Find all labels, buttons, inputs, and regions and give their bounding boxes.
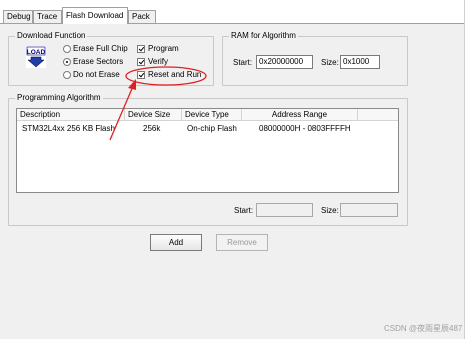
column-device-size[interactable]: Device Size [125,109,182,121]
algo-size-label: Size: [321,206,339,215]
tab-trace[interactable]: Trace [33,10,62,23]
erase-sectors-label: Erase Sectors [73,57,124,66]
row-address-range[interactable]: 08000000H - 0803FFFFH [259,124,351,133]
ram-for-algorithm-legend: RAM for Algorithm [229,31,298,40]
tab-debug[interactable]: Debug [3,10,33,23]
verify-label: Verify [148,57,169,66]
tab-flash-download[interactable]: Flash Download [62,7,128,24]
ram-size-input[interactable]: 0x1000 [340,55,380,69]
algo-size-input[interactable] [340,203,398,217]
algo-start-input[interactable] [256,203,313,217]
program-checkbox[interactable] [137,45,145,53]
algo-start-label: Start: [234,206,254,215]
do-not-erase-label: Do not Erase [73,70,120,79]
algorithm-list[interactable]: Description Device Size Device Type Addr… [16,108,399,193]
remove-button[interactable]: Remove [216,234,268,251]
add-button[interactable]: Add [150,234,202,251]
ram-size-label: Size: [321,58,339,67]
column-filler [358,109,398,121]
erase-sectors-radio[interactable] [63,58,71,66]
programming-algorithm-legend: Programming Algorithm [15,93,103,102]
watermark: CSDN @夜雨星辰487 [384,324,463,333]
row-description[interactable]: STM32L4xx 256 KB Flash [22,124,115,133]
column-address-range[interactable]: Address Range [242,109,358,121]
tab-pack[interactable]: Pack [128,10,156,23]
erase-full-chip-label: Erase Full Chip [73,44,128,53]
ram-start-input[interactable]: 0x20000000 [256,55,313,69]
erase-full-chip-radio[interactable] [63,45,71,53]
load-icon: LOAD [26,46,46,68]
window-edge [464,0,474,339]
verify-checkbox[interactable] [137,58,145,66]
row-device-size[interactable]: 256k [143,124,160,133]
reset-and-run-checkbox[interactable] [137,71,145,79]
program-label: Program [148,44,179,53]
tab-strip: Debug Trace Flash Download Pack [0,0,474,24]
column-device-type[interactable]: Device Type [182,109,242,121]
download-function-legend: Download Function [15,31,88,40]
column-description[interactable]: Description [17,109,125,121]
ram-start-label: Start: [233,58,253,67]
do-not-erase-radio[interactable] [63,71,71,79]
reset-and-run-label: Reset and Run [148,70,202,79]
row-device-type[interactable]: On-chip Flash [187,124,237,133]
load-icon-text: LOAD [27,49,46,56]
